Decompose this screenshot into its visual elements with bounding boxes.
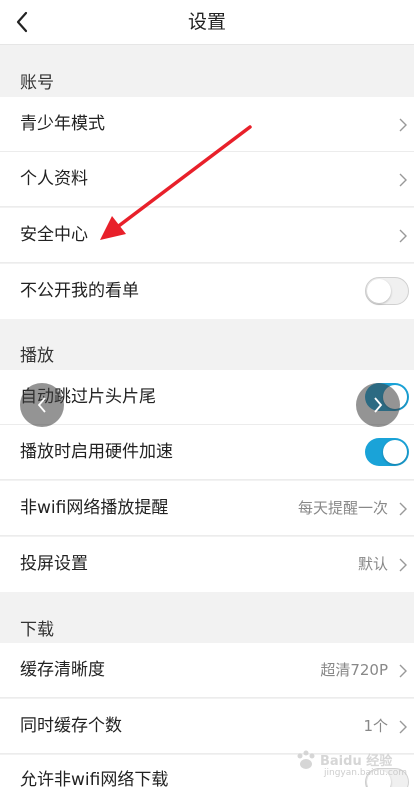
chevron-left-icon bbox=[37, 397, 46, 413]
prev-image-button[interactable] bbox=[20, 383, 64, 427]
baidu-watermark: Baidu 经验 jingyan.baidu.com bbox=[294, 748, 410, 784]
next-image-button[interactable] bbox=[356, 383, 400, 427]
annotation-arrow bbox=[100, 125, 252, 240]
watermark-text: Baidu 经验 bbox=[320, 754, 393, 769]
paw-logo-icon bbox=[297, 750, 315, 769]
chevron-right-icon bbox=[374, 397, 383, 413]
watermark-url: jingyan.baidu.com bbox=[324, 768, 408, 778]
